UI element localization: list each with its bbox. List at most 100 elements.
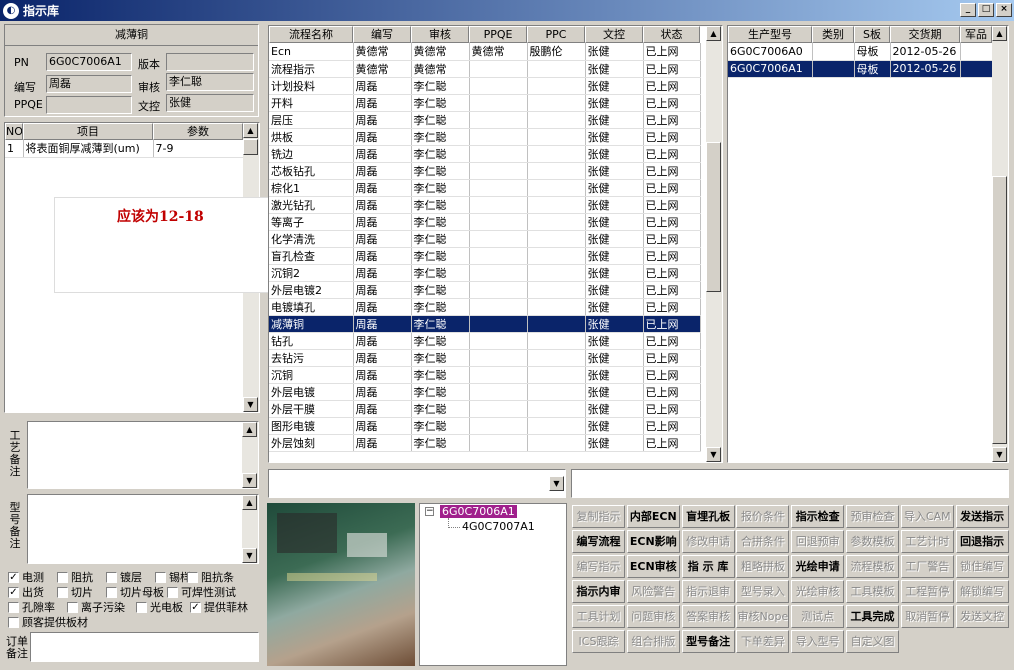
process-row[interactable]: 外层蚀刻 周磊 李仁聪 张健 已上网 [269, 434, 701, 452]
close-button[interactable]: × [996, 3, 1012, 17]
action-button[interactable]: 答案审核 [681, 605, 735, 628]
action-button[interactable]: 参数模板 [846, 530, 899, 553]
checkbox-icon[interactable] [155, 571, 166, 583]
tree-root[interactable]: 6G0C7006A1 [440, 505, 517, 518]
process-row[interactable]: 盲孔检查 周磊 李仁聪 张健 已上网 [269, 247, 701, 265]
product-header[interactable]: 军品 [960, 26, 992, 43]
process-row[interactable]: 棕化1 周磊 李仁聪 张健 已上网 [269, 179, 701, 197]
command-input[interactable] [571, 469, 1009, 498]
action-button[interactable]: 指示内审 [572, 580, 625, 603]
scroll-down-icon[interactable]: ▼ [706, 447, 721, 462]
product-scrollbar[interactable]: ▲ ▼ [992, 26, 1008, 462]
action-button[interactable]: 光绘申请 [791, 555, 845, 578]
process-row[interactable]: Ecn 黄德常 黄德常 黄德常 殷鹏伦 张健 已上网 [269, 43, 701, 61]
action-button[interactable]: 修改申请 [681, 530, 735, 553]
action-button[interactable]: 测试点 [791, 605, 845, 628]
action-button[interactable]: 发送指示 [955, 505, 1009, 528]
product-header[interactable]: S板 [854, 26, 890, 43]
minimize-button[interactable]: _ [960, 3, 976, 17]
option-checkbox[interactable]: 顾客提供板材 [8, 614, 88, 630]
action-button[interactable]: 型号备注 [681, 630, 735, 653]
action-button[interactable]: ECN影响 [626, 530, 680, 553]
pn-field[interactable]: 6G0C7006A1 [46, 53, 132, 71]
option-checkbox[interactable]: 孔隙率 [8, 599, 55, 615]
review-field[interactable]: 李仁聪 [166, 73, 254, 91]
process-row[interactable]: 计划投料 周磊 李仁聪 张健 已上网 [269, 77, 701, 95]
action-button[interactable]: 工具模板 [846, 580, 899, 603]
process-row[interactable]: 电镀填孔 周磊 李仁聪 张健 已上网 [269, 298, 701, 316]
product-header[interactable]: 生产型号 [728, 26, 812, 43]
process-row[interactable]: 沉铜2 周磊 李仁聪 张健 已上网 [269, 264, 701, 282]
scroll-thumb[interactable] [243, 139, 258, 155]
action-button[interactable]: 预审检查 [846, 505, 899, 528]
checkbox-icon[interactable] [67, 601, 78, 613]
process-row[interactable]: 图形电镀 周磊 李仁聪 张健 已上网 [269, 417, 701, 435]
option-checkbox[interactable]: 阻抗 [57, 569, 93, 585]
scroll-up-icon[interactable]: ▲ [706, 26, 721, 41]
filter-combobox[interactable]: ▼ [268, 469, 566, 498]
checkbox-icon[interactable] [8, 616, 19, 628]
process-row[interactable]: 减薄铜 周磊 李仁聪 张健 已上网 [269, 315, 701, 333]
checkbox-icon[interactable] [57, 571, 68, 583]
order-remark-box[interactable] [30, 632, 259, 662]
process-scrollbar[interactable]: ▲ ▼ [706, 26, 722, 462]
checkbox-icon[interactable] [136, 601, 147, 613]
option-checkbox[interactable]: 离子污染 [67, 599, 125, 615]
option-checkbox[interactable]: ✓ 出货 [8, 584, 44, 600]
process-header[interactable]: PPQE [469, 26, 527, 43]
process-header[interactable]: 流程名称 [269, 26, 353, 43]
action-button[interactable]: 光绘审核 [791, 580, 845, 603]
action-button[interactable]: 下单差异 [736, 630, 790, 653]
action-button[interactable]: 回退预审 [791, 530, 845, 553]
action-button[interactable]: 工厂警告 [900, 555, 954, 578]
process-row[interactable]: 外层干膜 周磊 李仁聪 张健 已上网 [269, 400, 701, 418]
scroll-down-icon[interactable]: ▼ [243, 397, 258, 412]
action-button[interactable]: 内部ECN [626, 505, 680, 528]
option-checkbox[interactable]: 切片 [57, 584, 93, 600]
checkbox-icon[interactable] [187, 571, 198, 583]
product-header[interactable]: 交货期 [890, 26, 960, 43]
process-header[interactable]: 文控 [585, 26, 643, 43]
action-button[interactable]: 粗略拼板 [736, 555, 790, 578]
process-remark-box[interactable]: ▲ ▼ [27, 421, 259, 489]
action-button[interactable]: 复制指示 [572, 505, 625, 528]
process-row[interactable]: 外层电镀2 周磊 李仁聪 张健 已上网 [269, 281, 701, 299]
scroll-thumb[interactable] [992, 176, 1007, 444]
action-button[interactable]: 解锁编写 [955, 580, 1009, 603]
option-checkbox[interactable]: 切片母板 [106, 584, 164, 600]
action-button[interactable]: 工具计划 [572, 605, 625, 628]
process-row[interactable]: 芯板钻孔 周磊 李仁聪 张健 已上网 [269, 162, 701, 180]
action-button[interactable]: 自定义图 [846, 630, 899, 653]
option-checkbox[interactable]: 锡样 [155, 569, 191, 585]
process-header[interactable]: 编写 [353, 26, 411, 43]
scroll-up-icon[interactable]: ▲ [243, 123, 258, 138]
action-button[interactable]: ICS跟踪 [572, 630, 625, 653]
process-header[interactable]: 状态 [643, 26, 700, 43]
product-row[interactable]: 6G0C7006A0 母板 2012-05-26 [728, 43, 993, 61]
action-button[interactable]: 风险警告 [626, 580, 680, 603]
option-checkbox[interactable]: 光电板 [136, 599, 183, 615]
action-button[interactable]: 指 示 库 [681, 555, 735, 578]
version-field[interactable] [166, 53, 254, 71]
process-row[interactable]: 外层电镀 周磊 李仁聪 张健 已上网 [269, 383, 701, 401]
action-button[interactable]: 取消暂停 [900, 605, 954, 628]
option-checkbox[interactable]: 可焊性测试 [167, 584, 236, 600]
checkmark-icon[interactable]: ✓ [8, 571, 19, 583]
action-button[interactable]: 合拼条件 [736, 530, 790, 553]
params-row[interactable]: 1 将表面铜厚减薄到(um) 7-9 [5, 140, 244, 158]
chevron-down-icon[interactable]: ▼ [549, 476, 564, 491]
action-button[interactable]: 导入型号 [791, 630, 845, 653]
action-button[interactable]: 指示检查 [791, 505, 845, 528]
option-checkbox[interactable]: ✓ 电测 [8, 569, 44, 585]
checkbox-icon[interactable] [167, 586, 178, 598]
maximize-button[interactable]: □ [978, 3, 994, 17]
action-button[interactable]: ECN审核 [626, 555, 680, 578]
author-field[interactable]: 周磊 [46, 75, 132, 93]
action-button[interactable]: 报价条件 [736, 505, 790, 528]
action-button[interactable]: 流程模板 [846, 555, 899, 578]
action-button[interactable]: 发送文控 [955, 605, 1009, 628]
action-button[interactable]: 编写流程 [572, 530, 625, 553]
tree-collapse-icon[interactable]: − [425, 507, 434, 516]
product-header[interactable]: 类别 [812, 26, 854, 43]
process-row[interactable]: 化学清洗 周磊 李仁聪 张健 已上网 [269, 230, 701, 248]
